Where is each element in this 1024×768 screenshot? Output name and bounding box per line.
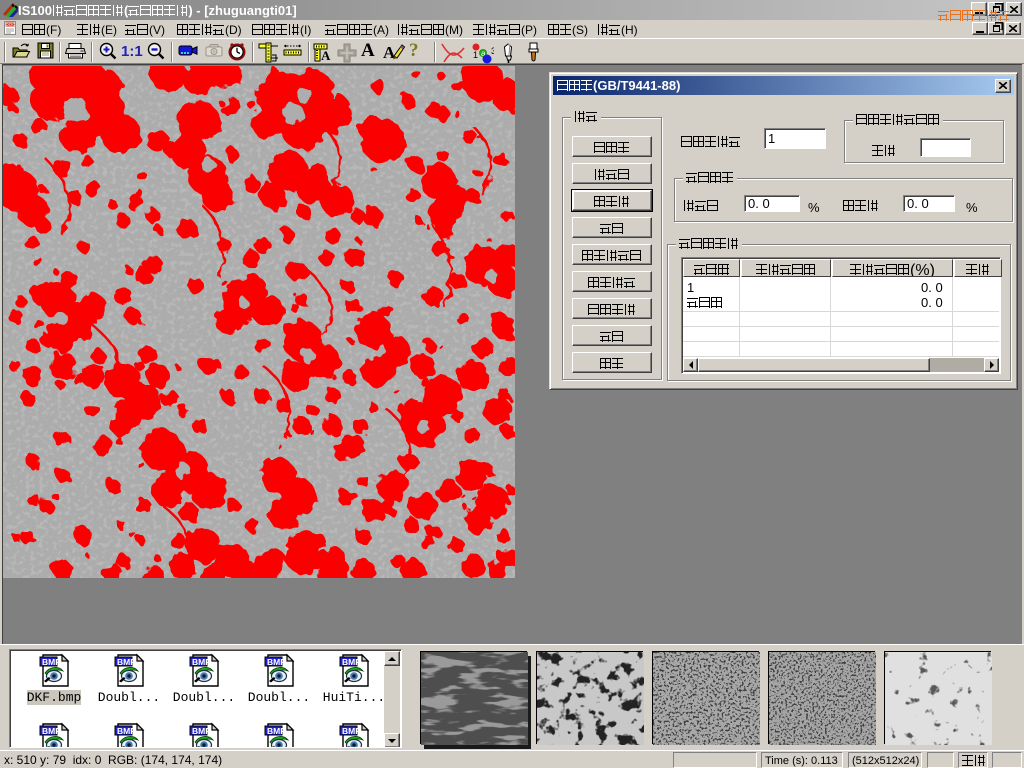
svg-text:BMP: BMP: [42, 657, 61, 667]
svg-text:DOC: DOC: [6, 22, 17, 27]
svg-text:BMP: BMP: [117, 657, 136, 667]
svg-text:BMP: BMP: [117, 726, 136, 736]
svg-text:BMP: BMP: [342, 657, 361, 667]
svg-text:BMP: BMP: [267, 726, 286, 736]
svg-text:1: 1: [473, 50, 478, 60]
svg-text:BMP: BMP: [342, 726, 361, 736]
svg-text:3: 3: [491, 46, 494, 56]
svg-text:A: A: [383, 43, 396, 62]
svg-text:BMP: BMP: [267, 657, 286, 667]
svg-text:BMP: BMP: [42, 726, 61, 736]
svg-text:BMP: BMP: [192, 726, 211, 736]
svg-text:A: A: [321, 48, 331, 62]
svg-text:BMP: BMP: [192, 657, 211, 667]
